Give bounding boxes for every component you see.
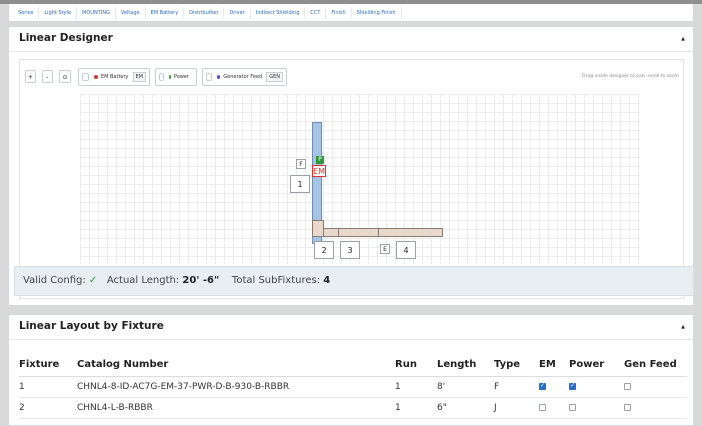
tab-driver[interactable]: Driver	[224, 6, 251, 19]
configurator-tab-strip: Series Light Style MOUNTING Voltage EM B…	[8, 4, 694, 22]
tab-series[interactable]: Series	[13, 6, 40, 19]
gen-feed-checkbox[interactable]	[624, 404, 631, 411]
power-checkbox[interactable]	[569, 404, 576, 411]
tab-light-style[interactable]: Light Style	[39, 6, 78, 19]
fixture-type-f-tag: F	[296, 159, 306, 169]
collapse-caret-icon[interactable]: ▲	[681, 36, 685, 42]
valid-check-icon: ✓	[88, 275, 98, 286]
table-row[interactable]: 1 CHNL4-8-ID-AC7G-EM-37-PWR-D-B-930-B-RB…	[19, 376, 687, 398]
cell-run: 1	[395, 376, 437, 398]
em-battery-label: EM Battery	[100, 74, 129, 80]
fixture-number-2[interactable]: 2	[314, 241, 334, 259]
actual-length-label: Actual Length:	[106, 275, 180, 286]
designer-canvas[interactable]: + - ⊙ EM Battery EM Power Generator Feed…	[19, 59, 684, 299]
fixture-number-3[interactable]: 3	[340, 241, 360, 259]
tab-em-battery[interactable]: EM Battery	[146, 6, 185, 19]
linear-designer-title: Linear Designer	[19, 32, 113, 44]
valid-config-label: Valid Config:	[23, 275, 86, 286]
cell-catalog: CHNL4-L-B-RBBR	[77, 397, 395, 419]
power-feed-marker: P	[316, 156, 324, 164]
em-battery-checkbox[interactable]	[82, 73, 90, 81]
cell-catalog: CHNL4-8-ID-AC7G-EM-37-PWR-D-B-930-B-RBBR	[77, 376, 395, 398]
fixture-table: Fixture Catalog Number Run Length Type E…	[19, 355, 687, 419]
power-checkbox[interactable]	[569, 382, 576, 390]
generator-feed-dot-icon	[217, 75, 221, 79]
generator-feed-tag: GEN	[266, 72, 283, 82]
zoom-in-button[interactable]: +	[25, 70, 36, 83]
fixture-type-e-tag: E	[380, 244, 390, 254]
em-battery-marker: EM	[312, 165, 326, 177]
reset-view-button[interactable]: ⊙	[59, 70, 71, 83]
power-label: Power	[173, 74, 189, 80]
col-run: Run	[395, 355, 437, 377]
config-status-bar: Valid Config: ✓ Actual Length: 20' -6" T…	[14, 266, 694, 296]
power-checkbox[interactable]	[159, 73, 164, 81]
tab-voltage[interactable]: Voltage	[116, 6, 146, 19]
legend-power[interactable]: Power	[155, 68, 197, 86]
col-gen-feed: Gen Feed	[624, 355, 687, 377]
collapse-caret-icon[interactable]: ▲	[681, 324, 685, 330]
tab-indirect-shielding[interactable]: Indirect Shielding	[251, 6, 306, 19]
legend-generator-feed[interactable]: Generator Feed GEN	[202, 68, 287, 86]
gen-feed-checkbox[interactable]	[624, 383, 631, 390]
linear-layout-title: Linear Layout by Fixture	[19, 320, 164, 332]
total-subfixtures-label: Total SubFixtures:	[231, 275, 321, 286]
cell-fixture: 2	[19, 397, 77, 419]
tab-finish[interactable]: Finish	[326, 6, 352, 19]
designer-grid	[80, 94, 640, 264]
tab-distribution[interactable]: Distribution	[184, 6, 225, 19]
fixture-2-corner-segment[interactable]	[312, 220, 324, 237]
col-catalog-number: Catalog Number	[77, 355, 395, 377]
cell-gen-feed	[624, 376, 687, 398]
cell-power	[569, 397, 624, 419]
em-battery-tag: EM	[132, 72, 146, 82]
cell-fixture: 1	[19, 376, 77, 398]
actual-length-value: 20' -6"	[182, 275, 220, 286]
fixture-number-1[interactable]: 1	[290, 175, 310, 193]
cell-length: 8'	[437, 376, 494, 398]
cell-power	[569, 376, 624, 398]
drag-hint-text: Drag inside designer to pan, scroll to z…	[582, 74, 679, 79]
linear-layout-panel: Linear Layout by Fixture ▲ Fixture Catal…	[8, 314, 694, 426]
linear-layout-header[interactable]: Linear Layout by Fixture ▲	[9, 315, 693, 340]
linear-designer-header[interactable]: Linear Designer ▲	[9, 27, 693, 52]
fixture-number-4[interactable]: 4	[396, 241, 416, 259]
generator-feed-checkbox[interactable]	[206, 73, 213, 81]
em-checkbox[interactable]	[539, 404, 546, 411]
segment-divider	[378, 228, 379, 237]
cell-length: 6"	[437, 397, 494, 419]
linear-designer-panel: Linear Designer ▲ + - ⊙ EM Battery EM Po…	[8, 26, 694, 306]
table-row[interactable]: 2 CHNL4-L-B-RBBR 1 6" J	[19, 397, 687, 419]
tab-mounting[interactable]: MOUNTING	[77, 6, 116, 19]
col-power: Power	[569, 355, 624, 377]
cell-em	[539, 376, 569, 398]
col-em: EM	[539, 355, 569, 377]
generator-feed-label: Generator Feed	[223, 74, 263, 80]
cell-gen-feed	[624, 397, 687, 419]
col-length: Length	[437, 355, 494, 377]
zoom-out-button[interactable]: -	[42, 70, 53, 83]
col-type: Type	[494, 355, 539, 377]
segment-divider	[338, 228, 339, 237]
cell-em	[539, 397, 569, 419]
tab-cct[interactable]: CCT	[305, 6, 327, 19]
cell-type: F	[494, 376, 539, 398]
total-subfixtures-value: 4	[323, 275, 331, 286]
col-fixture: Fixture	[19, 355, 77, 377]
cell-run: 1	[395, 397, 437, 419]
em-checkbox[interactable]	[539, 382, 546, 390]
cell-type: J	[494, 397, 539, 419]
power-dot-icon	[168, 75, 171, 79]
em-battery-dot-icon	[94, 75, 98, 79]
legend-em-battery[interactable]: EM Battery EM	[78, 68, 150, 86]
tab-shielding-finish[interactable]: Shielding Finish	[352, 6, 402, 19]
